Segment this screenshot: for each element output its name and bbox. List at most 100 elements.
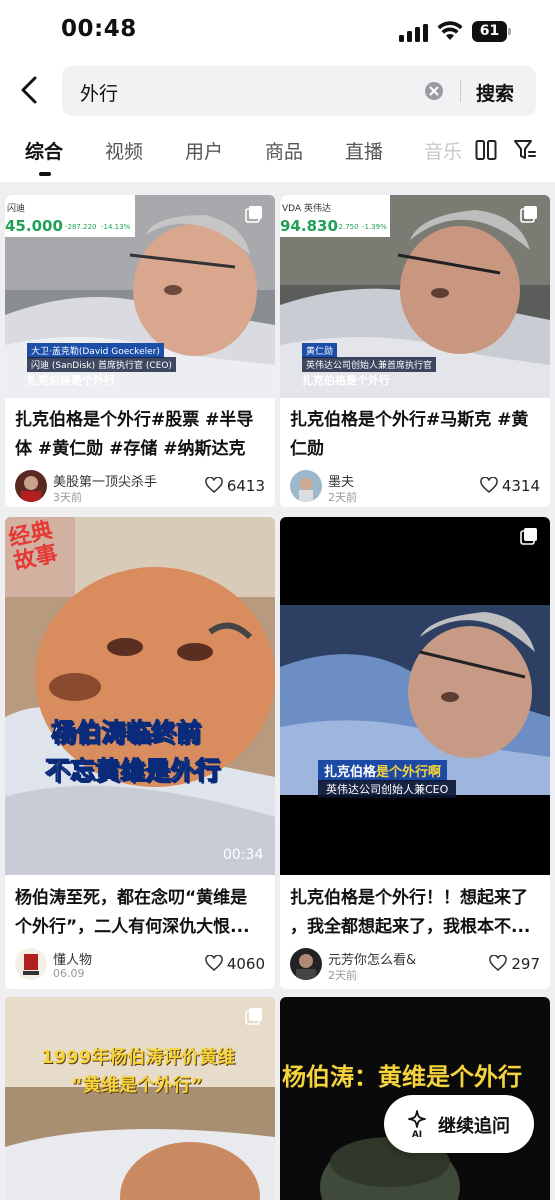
author-name[interactable]: 墨夫: [328, 471, 354, 490]
result-card[interactable]: 经典故事 杨伯涛临终前 不忘黄维是外行 00:34 杨伯涛至死，都在念叨“黄维是…: [5, 517, 275, 989]
ticker-price: 45.000: [5, 217, 63, 235]
tab-users[interactable]: 用户: [185, 137, 223, 164]
ticker-price: 94.830: [280, 217, 338, 235]
caption-line: 杨伯涛：黄维是个外行: [282, 1063, 522, 1091]
role-caption: 英伟达公司创始人兼首席执行官: [302, 357, 437, 372]
card-title-line: ，我全都想起来了，我根本不...: [290, 917, 531, 937]
subtitle-caption: 扎克伯格是个外行: [27, 374, 115, 387]
back-arrow-icon[interactable]: [16, 74, 44, 106]
heart-icon: [205, 477, 223, 493]
post-date: 3天前: [53, 491, 82, 504]
battery-indicator: 61: [472, 21, 512, 42]
result-card[interactable]: 1999年杨伯涛评价黄维 “黄维是个外行”: [5, 997, 275, 1200]
video-thumbnail[interactable]: 经典故事 杨伯涛临终前 不忘黄维是外行 00:34: [5, 517, 275, 875]
heart-icon: [489, 955, 508, 971]
video-thumbnail[interactable]: VDA 英伟达 94.830 -2.750 -1.39% 黄仁勋 英伟达公司创始…: [280, 195, 550, 398]
caption-highlight: 是个外行啊: [376, 765, 442, 780]
avatar[interactable]: [290, 948, 322, 980]
category-tabs: 综合 视频 用户 商品 直播 音乐: [0, 120, 555, 182]
tab-video[interactable]: 视频: [105, 137, 143, 164]
clear-icon[interactable]: [424, 81, 444, 101]
caption-line: “黄维是个外行”: [71, 1075, 203, 1096]
ai-follow-up-label: 继续追问: [438, 1116, 510, 1137]
avatar[interactable]: [15, 948, 47, 980]
video-thumbnail[interactable]: 闪迪 45.000 -287.220 -14.13% 大卫·盖克勒(David …: [5, 195, 275, 398]
ticker-change: -2.750: [336, 223, 359, 231]
video-thumbnail[interactable]: 扎克伯格是个外行啊 英伟达公司创始人兼CEO: [280, 517, 550, 875]
active-tab-indicator: [39, 172, 51, 176]
card-title[interactable]: 扎克伯格是个外行#马斯克 #黄 仁勋: [290, 406, 544, 464]
multi-image-icon: [520, 206, 537, 223]
search-divider: [460, 80, 461, 102]
ai-icon-text: AI: [412, 1130, 422, 1139]
status-time: 00:48: [61, 16, 137, 42]
ticker-name: 闪迪: [7, 204, 26, 214]
layout-toggle-icon[interactable]: [475, 139, 497, 161]
like-count-value: 4060: [226, 955, 265, 973]
author-name[interactable]: 懂人物: [53, 949, 92, 968]
card-title-line: 扎克伯格是个外行#股票 #半导: [15, 410, 254, 430]
like-count[interactable]: 4314: [480, 477, 540, 495]
search-input[interactable]: 外行 搜索: [62, 66, 536, 116]
caption-name: 扎克伯格: [324, 765, 377, 780]
caption-banner: 扎克伯格是个外行啊: [318, 760, 448, 781]
battery-cap: [508, 28, 511, 35]
role-caption: 闪迪 (SanDisk) 首席执行官 (CEO): [27, 357, 176, 372]
like-count[interactable]: 6413: [205, 477, 265, 495]
caption-line: 不忘黄维是外行: [44, 756, 221, 786]
card-title-line: 个外行”，二人有何深仇大恨...: [15, 917, 250, 937]
result-card[interactable]: VDA 英伟达 94.830 -2.750 -1.39% 黄仁勋 英伟达公司创始…: [280, 195, 550, 507]
search-query[interactable]: 外行: [80, 79, 118, 106]
heart-icon: [205, 955, 223, 971]
card-title[interactable]: 扎克伯格是个外行！！想起来了 ，我全都想起来了，我根本不...: [290, 884, 544, 942]
search-row: 外行 搜索: [0, 62, 555, 120]
search-button[interactable]: 搜索: [476, 79, 514, 106]
video-thumbnail[interactable]: 1999年杨伯涛评价黄维 “黄维是个外行”: [5, 997, 275, 1200]
tab-comprehensive[interactable]: 综合: [25, 137, 63, 164]
card-title[interactable]: 扎克伯格是个外行#股票 #半导 体 #黄仁勋 #存储 #纳斯达克: [15, 406, 269, 464]
like-count[interactable]: 4060: [205, 955, 265, 973]
avatar[interactable]: [290, 470, 322, 502]
subtitle-caption: 扎克伯格是个外行: [302, 374, 390, 387]
video-duration: 00:34: [223, 847, 264, 863]
author-name[interactable]: 美股第一顶尖杀手: [53, 471, 157, 490]
heart-icon: [480, 477, 498, 493]
filter-icon[interactable]: [513, 138, 537, 162]
tab-music[interactable]: 音乐: [424, 137, 462, 164]
tab-products[interactable]: 商品: [265, 137, 303, 164]
ai-sparkle-icon: AI: [408, 1110, 426, 1139]
post-date: 2天前: [328, 491, 357, 504]
name-caption: 黄仁勋: [302, 343, 338, 358]
card-title-line: 仁勋: [290, 439, 324, 459]
multi-image-icon: [520, 528, 537, 545]
card-title-line: 杨伯涛至死，都在念叨“黄维是: [15, 888, 248, 908]
caption-line: 杨伯涛临终前: [50, 718, 202, 748]
avatar[interactable]: [15, 470, 47, 502]
battery-level: 61: [472, 21, 507, 42]
result-card[interactable]: 闪迪 45.000 -287.220 -14.13% 大卫·盖克勒(David …: [5, 195, 275, 507]
multi-image-icon: [245, 1008, 262, 1025]
like-count-value: 297: [511, 955, 540, 973]
status-bar: 00:48 61: [0, 0, 555, 62]
caption-role: 英伟达公司创始人兼CEO: [318, 780, 457, 798]
result-card[interactable]: 扎克伯格是个外行啊 英伟达公司创始人兼CEO 扎克伯格是个外行！！想起来了 ，我…: [280, 517, 550, 989]
like-count-value: 4314: [501, 477, 540, 495]
card-title-line: 扎克伯格是个外行#马斯克 #黄: [290, 410, 529, 430]
like-count-value: 6413: [226, 477, 265, 495]
card-title-line: 体 #黄仁勋 #存储 #纳斯达克: [15, 439, 246, 459]
ticker-percent: -1.39%: [362, 223, 387, 231]
ai-follow-up-button[interactable]: AI 继续追问: [384, 1095, 534, 1153]
post-date: 06.09: [53, 967, 85, 980]
ticker-percent: -14.13%: [101, 223, 131, 231]
like-count[interactable]: 297: [489, 955, 540, 973]
card-title-line: 扎克伯格是个外行！！想起来了: [290, 888, 528, 908]
card-title[interactable]: 杨伯涛至死，都在念叨“黄维是 个外行”，二人有何深仇大恨...: [15, 884, 269, 942]
multi-image-icon: [245, 206, 262, 223]
cellular-signal-icon: [399, 24, 428, 42]
wifi-icon: [437, 21, 463, 40]
author-name[interactable]: 元芳你怎么看&: [328, 949, 416, 968]
ticker-name: VDA 英伟达: [282, 204, 331, 214]
tab-live[interactable]: 直播: [345, 137, 383, 164]
post-date: 2天前: [328, 969, 357, 982]
ticker-change: -287.220: [65, 223, 97, 231]
